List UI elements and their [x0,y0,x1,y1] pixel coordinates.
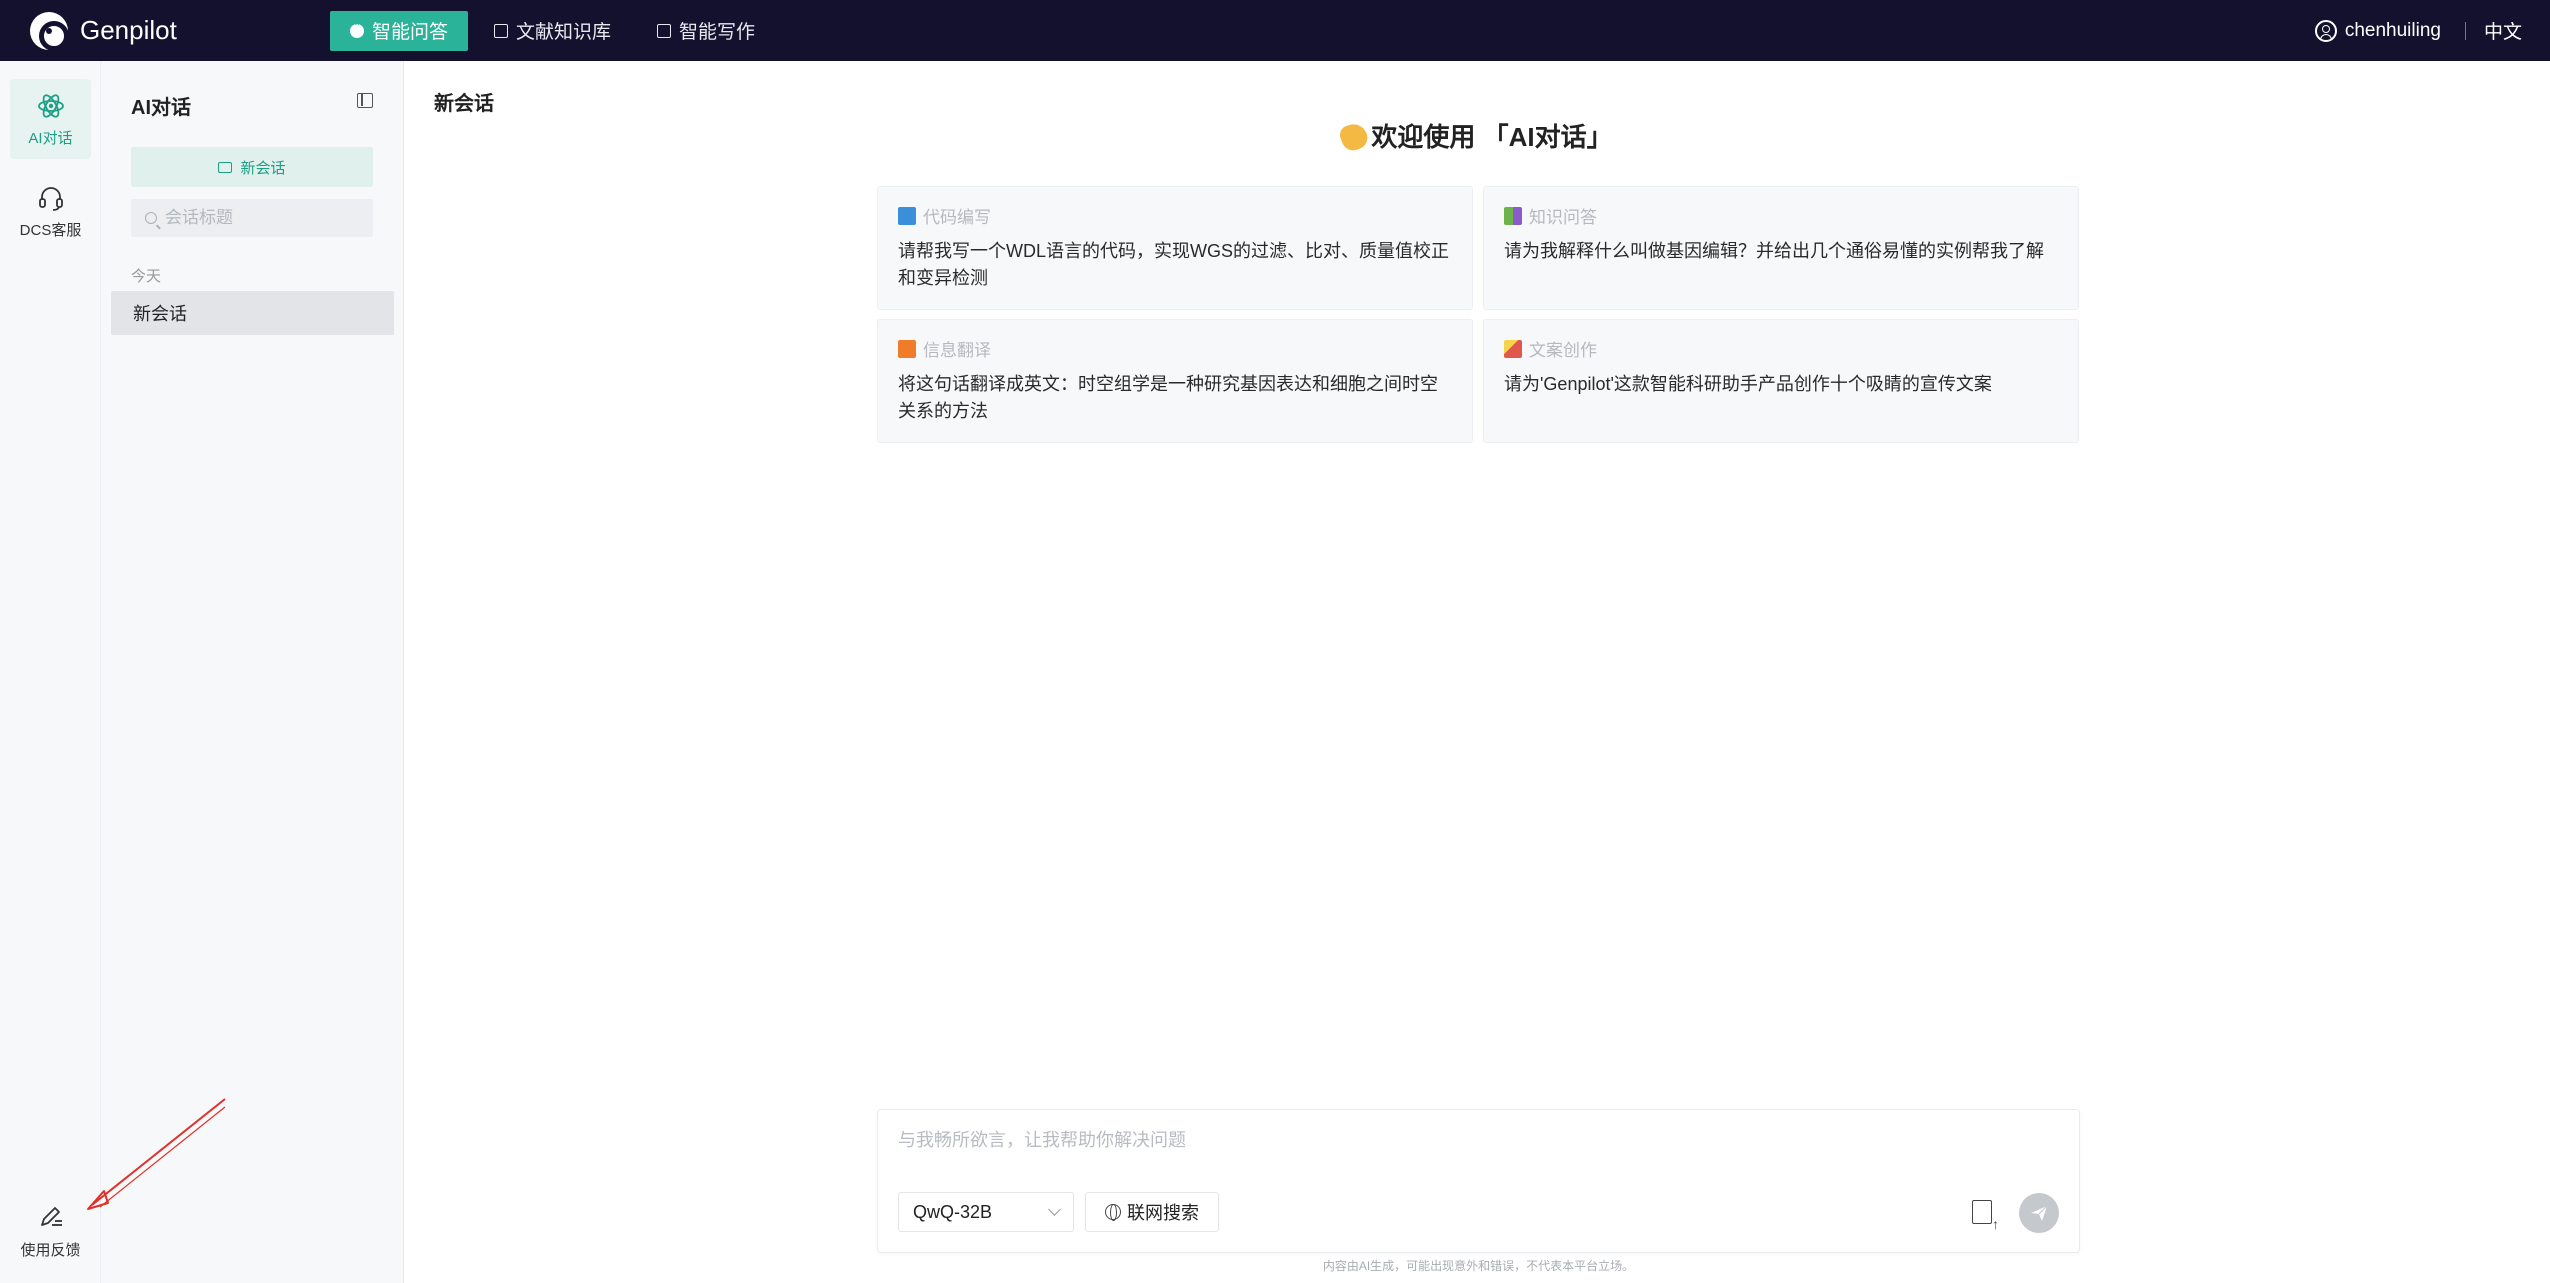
top-right-actions: chenhuiling 中文 [2314,17,2522,44]
nav-tab-literature-library[interactable]: 文献知识库 [474,11,631,51]
card-prompt-text: 请为'Genpilot'这款智能科研助手产品创作十个吸睛的宣传文案 [1504,374,1992,394]
prompt-card-code[interactable]: 代码编写 请帮我写一个WDL语言的代码，实现WGS的过滤、比对、质量值校正和变异… [877,186,1473,310]
chat-bubble-icon [350,19,364,38]
card-header: 知识问答 [1504,203,2058,228]
message-composer: QwQ-32B 联网搜索 [877,1109,2080,1253]
icon-rail: AI对话 DCS客服 使用反馈 [0,61,101,1283]
edit-feedback-icon [40,1206,62,1226]
conversation-search [131,199,373,237]
card-header: 信息翻译 [898,336,1452,361]
rail-item-ai-chat[interactable]: AI对话 [10,79,91,159]
conversation-sidebar: AI对话 新会话 今天 新会话 [101,61,404,1283]
sidebar-title: AI对话 [131,97,191,119]
prompt-card-copywriting[interactable]: 文案创作 请为'Genpilot'这款智能科研助手产品创作十个吸睛的宣传文案 [1483,319,2079,443]
top-navigation-bar: Genpilot 智能问答 文献知识库 智能写作 chenhuiling 中文 [0,0,2550,61]
new-chat-label: 新会话 [240,159,286,177]
book-icon [494,23,509,38]
card-header: 代码编写 [898,203,1452,228]
atom-icon [37,93,64,118]
brand-name: Genpilot [80,15,177,45]
divider [2464,21,2466,40]
message-input[interactable] [898,1126,2058,1166]
brand[interactable]: Genpilot [30,11,330,51]
card-category: 知识问答 [1529,208,1597,227]
headset-icon [38,186,63,211]
globe-icon [1105,1204,1121,1221]
language-switch[interactable]: 中文 [2484,17,2522,44]
card-prompt-text: 请为我解释什么叫做基因编辑？并给出几个通俗易懂的实例帮我了解 [1504,241,2044,261]
main-nav: 智能问答 文献知识库 智能写作 [330,10,781,51]
card-header: 文案创作 [1504,336,2058,361]
nav-tab-smart-qa[interactable]: 智能问答 [330,10,469,51]
web-search-label: 联网搜索 [1127,1203,1199,1223]
card-category: 信息翻译 [923,341,991,360]
collapse-sidebar-icon[interactable] [357,93,373,108]
user-name[interactable]: chenhuiling [2345,20,2441,42]
web-search-toggle[interactable]: 联网搜索 [1085,1192,1219,1232]
book-icon [898,206,916,225]
rail-item-label: AI对话 [28,129,73,147]
search-icon [145,212,157,224]
search-input[interactable] [165,208,355,228]
welcome-heading: 欢迎使用 「AI对话」 [404,117,2550,154]
chat-icon [218,161,233,173]
main-content: 新会话 欢迎使用 「AI对话」 代码编写 请帮我写一个WDL语言的代码，实现WG… [404,61,2550,1283]
edit-icon [657,23,672,38]
nav-tab-label: 智能写作 [679,22,756,43]
genpilot-logo-icon [30,11,69,51]
feedback-button[interactable]: 使用反馈 [10,1191,91,1271]
nav-tab-smart-writing[interactable]: 智能写作 [637,11,775,51]
send-button[interactable] [2019,1193,2059,1233]
welcome-text: 欢迎使用 「AI对话」 [1371,122,1613,152]
model-select-value: QwQ-32B [913,1201,993,1222]
nav-tab-label: 智能问答 [372,22,449,43]
model-select[interactable]: QwQ-32B [898,1192,1074,1232]
card-category: 代码编写 [923,208,991,227]
ai-disclaimer: 内容由AI生成，可能出现意外和错误，不代表本平台立场。 [1322,1259,1635,1273]
prompt-card-translate[interactable]: 信息翻译 将这句话翻译成英文：时空组学是一种研究基因表达和细胞之间时空关系的方法 [877,319,1473,443]
card-prompt-text: 将这句话翻译成英文：时空组学是一种研究基因表达和细胞之间时空关系的方法 [898,374,1438,421]
conversation-item[interactable]: 新会话 [111,291,394,335]
rail-item-dcs-support[interactable]: DCS客服 [10,171,91,251]
date-group-label: 今天 [131,268,162,285]
upload-file-icon[interactable] [1972,1200,1999,1231]
rail-item-label: DCS客服 [19,221,82,239]
clapping-hands-icon [1337,120,1372,154]
card-prompt-text: 请帮我写一个WDL语言的代码，实现WGS的过滤、比对、质量值校正和变异检测 [898,241,1449,288]
nav-tab-label: 文献知识库 [516,22,612,43]
pen-icon [1504,339,1522,358]
books-icon [1504,206,1522,225]
user-icon [2314,19,2337,42]
chevron-down-icon [1048,1203,1061,1216]
prompt-card-knowledge[interactable]: 知识问答 请为我解释什么叫做基因编辑？并给出几个通俗易懂的实例帮我了解 [1483,186,2079,310]
new-chat-button[interactable]: 新会话 [131,147,373,187]
page-title: 新会话 [434,93,494,115]
feedback-label: 使用反馈 [20,1241,81,1259]
send-icon [2031,1205,2048,1221]
translate-icon [898,339,916,358]
card-category: 文案创作 [1529,341,1597,360]
